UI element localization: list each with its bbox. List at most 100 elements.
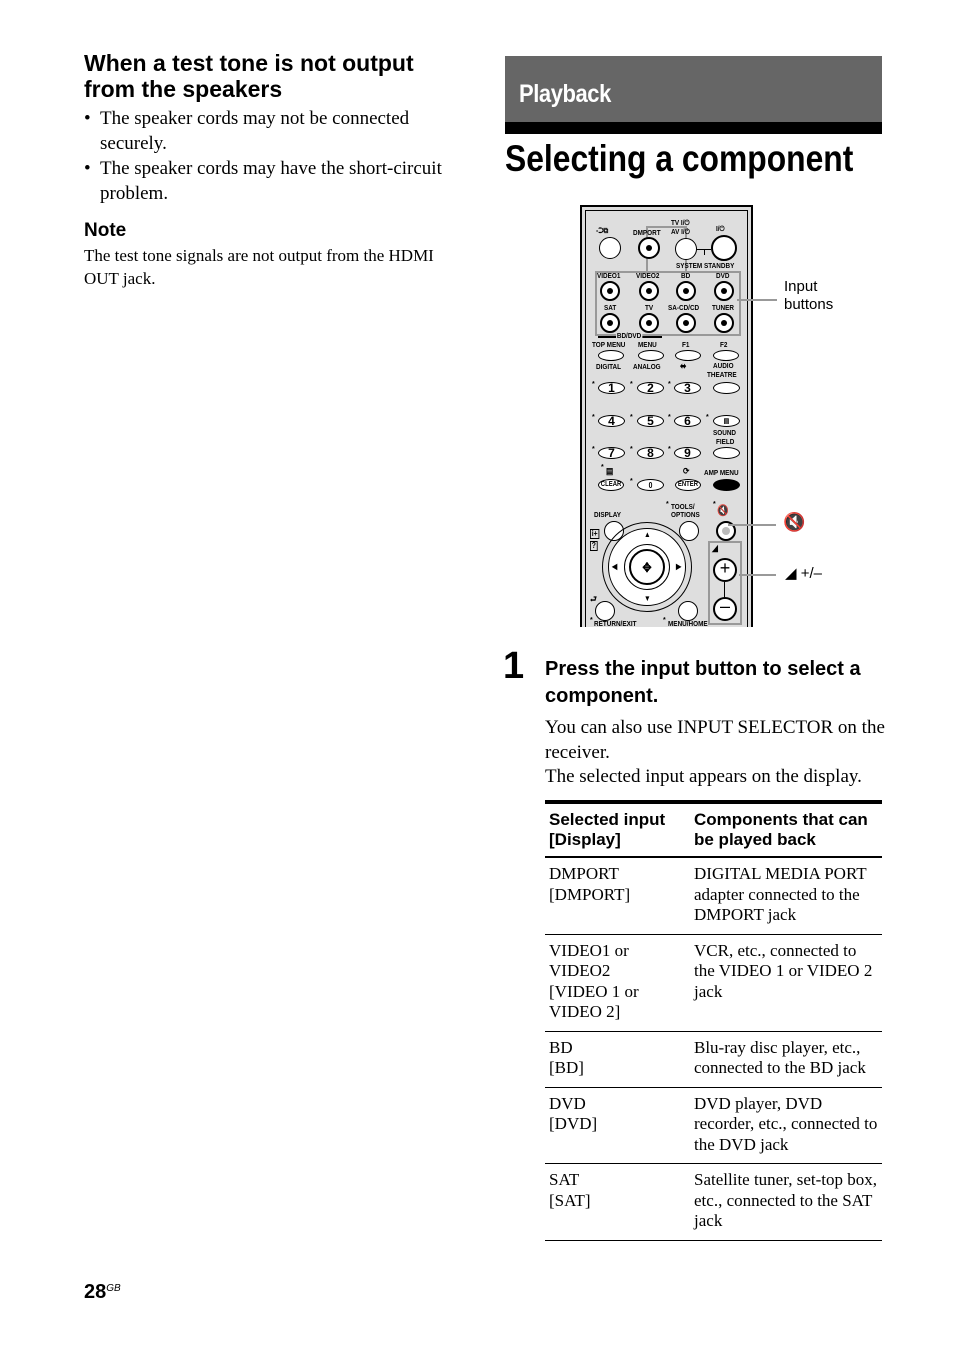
options-label: OPTIONS: [671, 510, 700, 519]
sound-field-button: [713, 447, 740, 459]
video1-label: VIDEO1: [597, 271, 621, 280]
input-buttons-callout-line: [737, 299, 777, 301]
sound-label: SOUND: [713, 428, 737, 437]
menu-home-button: [678, 601, 698, 621]
input-name: DMPORT: [549, 864, 619, 883]
audio-theatre-button: [713, 382, 740, 394]
theatre-label: THEATRE: [707, 370, 737, 379]
star-mark: *: [592, 414, 595, 421]
step-title: Press the input button to select a compo…: [545, 658, 861, 707]
remote-face: -⮊⧉ DMPORT TV I/⏻ AV I/⏻ I/⏻ SYSTEM STAN…: [585, 210, 748, 628]
page-title: Selecting a component: [505, 138, 854, 179]
refresh-icon: ⟳: [683, 466, 690, 476]
table-row: VIDEO1 or VIDEO2 [VIDEO 1 or VIDEO 2] VCR,…: [545, 934, 882, 1031]
note-text: The test tone signals are not output fro…: [84, 246, 434, 288]
input-icon-label: -⮊⧉: [596, 226, 609, 235]
remote-control-illustration: -⮊⧉ DMPORT TV I/⏻ AV I/⏻ I/⏻ SYSTEM STAN…: [580, 205, 753, 628]
cell-selected-input: BD [BD]: [545, 1031, 690, 1087]
volume-callout: ◢ +/–: [785, 565, 822, 583]
volume-ramp-icon: ◢: [785, 565, 797, 582]
cell-selected-input: DMPORT [DMPORT]: [545, 857, 690, 934]
table-row: DVD [DVD] DVD player, DVD recorder, etc., …: [545, 1087, 882, 1164]
tv-power-label: TV I/⏻: [671, 218, 690, 227]
column-header-components: Components that can be played back: [694, 810, 868, 849]
troubleshoot-list: The speaker cords may not be connected s…: [84, 106, 464, 206]
number-7-button: 7: [598, 446, 625, 460]
number-5-button: 5: [637, 414, 664, 428]
mute-callout-line: [728, 524, 776, 526]
display-name: [DMPORT]: [549, 884, 631, 904]
star-mark: *: [713, 501, 716, 508]
number-0-button: 0: [637, 479, 664, 491]
number-3-button: 3: [674, 381, 701, 395]
input-name: BD: [549, 1037, 573, 1057]
star-mark: *: [630, 446, 633, 453]
star-mark: *: [630, 381, 633, 388]
top-menu-button: [598, 350, 624, 361]
menu-label: MENU: [638, 340, 657, 349]
star-mark: *: [630, 414, 633, 421]
list-item: The speaker cords may have the short-cir…: [84, 156, 464, 206]
volume-up-button: +: [713, 558, 737, 582]
table-row: BD [BD] Blu-ray disc player, etc., connect…: [545, 1031, 882, 1087]
number-4-button: 4: [598, 414, 625, 428]
star-mark: *: [630, 478, 633, 485]
dpad-center-button: ✥: [629, 549, 665, 585]
sacd-label: SA-CD/CD: [668, 303, 700, 312]
f2-button: [713, 350, 739, 361]
mute-callout-icon: 🔇: [783, 512, 806, 532]
page-number: 28GB: [84, 1281, 121, 1304]
star-mark: *: [590, 617, 593, 624]
sat-button: [600, 313, 620, 333]
sat-label: SAT: [604, 303, 617, 312]
sacd-button: [676, 313, 696, 333]
wide-icon: ⬌: [680, 361, 687, 371]
star-mark: *: [668, 414, 671, 421]
number-8-button: 8: [637, 446, 664, 460]
f2-label: F2: [720, 340, 728, 349]
dmport-button: [638, 237, 660, 259]
analog-label: ANALOG: [633, 362, 661, 371]
note-heading: Note: [84, 220, 127, 241]
menu-home-label: MENU/HOME: [668, 619, 708, 628]
power-label: I/⏻: [716, 224, 725, 233]
page-number-value: 28: [84, 1281, 107, 1303]
input-name: DVD: [549, 1093, 586, 1113]
bd-button: [676, 281, 696, 301]
step-body: You can also use INPUT SELECTOR on the r…: [545, 716, 890, 790]
top-menu-label: TOP MENU: [592, 340, 626, 349]
clear-button: CLEAR: [598, 479, 624, 491]
amp-menu-label: AMP MENU: [704, 468, 739, 477]
section-header-bar: Playback: [505, 56, 882, 122]
input-name: SAT: [549, 1170, 580, 1189]
input-components-table: Selected input [Display] Components that…: [545, 800, 882, 1241]
display-name: [SAT]: [549, 1190, 591, 1210]
volume-icon: ◢: [712, 543, 718, 553]
display-name: [VIDEO 1 or VIDEO 2]: [549, 981, 639, 1022]
help-icon: ?: [590, 541, 598, 551]
cell-selected-input: VIDEO1 or VIDEO2 [VIDEO 1 or VIDEO 2]: [545, 934, 690, 1031]
field-label: FIELD: [716, 437, 735, 446]
volume-callout-line: [739, 574, 776, 576]
mute-icon: 🔇: [717, 505, 729, 517]
digital-label: DIGITAL: [596, 362, 622, 371]
step-number: 1: [503, 645, 525, 687]
display-label: DISPLAY: [594, 510, 622, 519]
list-item: The speaker cords may not be connected s…: [84, 106, 464, 156]
arrow-right-icon: ▶: [676, 562, 682, 571]
volume-callout-label: +/–: [800, 565, 822, 582]
cell-components: VCR, etc., connected to the VIDEO 1 or V…: [694, 940, 873, 1001]
input-name: VIDEO1 or VIDEO2: [549, 940, 629, 981]
system-standby-connector: [704, 249, 705, 255]
arrow-up-icon: ▲: [644, 530, 651, 539]
table-header-row: Selected input [Display] Components that…: [545, 802, 882, 857]
volume-down-button: –: [713, 596, 737, 621]
number-2-button: 2: [637, 381, 664, 395]
star-mark: *: [668, 446, 671, 453]
star-mark: *: [592, 446, 595, 453]
enter-button: ENTER: [675, 479, 701, 491]
f1-label: F1: [682, 340, 690, 349]
cell-components: DIGITAL MEDIA PORT adapter connected to …: [694, 864, 867, 924]
table-row: DMPORT [DMPORT] DIGITAL MEDIA PORT adapter…: [545, 857, 882, 934]
av-power-label: AV I/⏻: [671, 227, 690, 236]
